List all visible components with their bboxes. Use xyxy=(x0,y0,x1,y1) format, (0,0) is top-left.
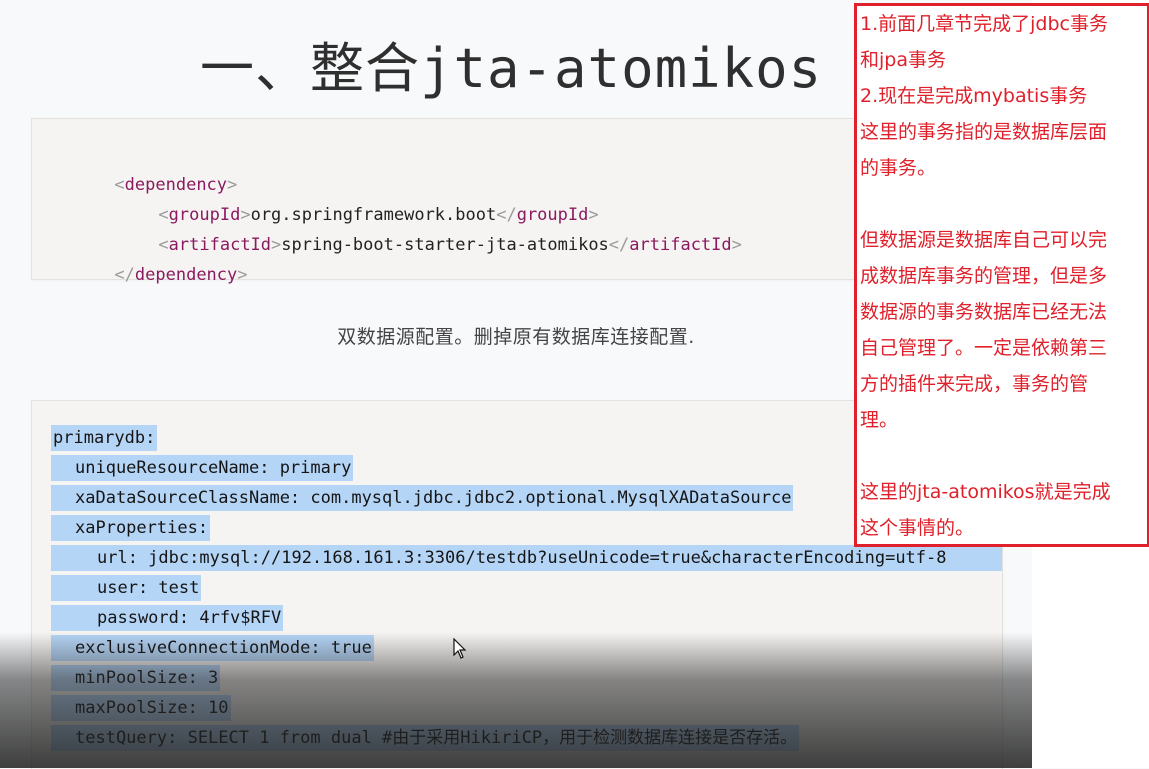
document-page: 一、整合jta-atomikos <dependency> <groupId>o… xyxy=(0,0,1149,769)
yaml-line[interactable]: maxPoolSize: 10 xyxy=(51,695,231,721)
note-line: 但数据源是数据库自己可以完 xyxy=(860,229,1108,251)
page-title: 一、整合jta-atomikos xyxy=(200,37,823,100)
xml-tag: artifactId xyxy=(629,235,732,255)
bracket: </ xyxy=(608,235,630,255)
note-line: 成数据库事务的管理，但是多 xyxy=(860,265,1108,287)
note-line: 理。 xyxy=(860,409,899,431)
note-line: 和jpa事务 xyxy=(860,49,946,71)
code-line: <dependency> xyxy=(53,140,237,195)
bracket: </ xyxy=(114,265,135,285)
yaml-line[interactable]: exclusiveConnectionMode: true xyxy=(51,635,374,661)
note-line: 数据源的事务数据库已经无法 xyxy=(860,301,1108,323)
note-line: 自己管理了。一定是依赖第三 xyxy=(860,337,1108,359)
xml-tag: dependency xyxy=(134,265,238,285)
yaml-line[interactable]: xaProperties: xyxy=(51,515,211,541)
note-line: 2.现在是完成mybatis事务 xyxy=(860,85,1088,107)
yaml-line[interactable]: testQuery: SELECT 1 from dual #由于采用Hikir… xyxy=(51,725,800,751)
bracket: > xyxy=(271,235,282,255)
yaml-line[interactable]: uniqueResourceName: primary xyxy=(51,455,354,481)
yaml-line[interactable]: xaDataSourceClassName: com.mysql.jdbc.jd… xyxy=(51,485,794,511)
note-line: 这里的jta-atomikos就是完成 xyxy=(860,481,1111,503)
code-line: </dependency> xyxy=(53,230,247,285)
bracket: > xyxy=(731,235,742,255)
yaml-line[interactable]: url: jdbc:mysql://192.168.161.3:3306/tes… xyxy=(51,545,1002,571)
note-line: 1.前面几章节完成了jdbc事务 xyxy=(860,13,1108,35)
note-line xyxy=(860,186,1147,222)
note-line xyxy=(860,438,1147,474)
code-line: <groupId>org.springframework.boot</group… xyxy=(97,170,598,225)
yaml-line[interactable]: minPoolSize: 3 xyxy=(51,665,221,691)
mouse-pointer-icon xyxy=(453,637,469,660)
bracket: > xyxy=(237,265,248,285)
note-line: 方的插件来完成，事务的管 xyxy=(860,373,1089,395)
note-line: 这里的事务指的是数据库层面 xyxy=(860,121,1108,143)
yaml-line[interactable]: password: 4rfv$RFV xyxy=(51,605,284,631)
code-line: <artifactId>spring-boot-starter-jta-atom… xyxy=(97,200,741,255)
note-line: 的事务。 xyxy=(860,157,937,179)
yaml-line[interactable]: primarydb: xyxy=(51,425,158,451)
note-line: 这个事情的。 xyxy=(860,517,975,539)
xml-value: spring-boot-starter-jta-atomikos xyxy=(281,235,609,255)
annotation-note-box: 1.前面几章节完成了jdbc事务 和jpa事务 2.现在是完成mybatis事务… xyxy=(854,3,1149,547)
yaml-line[interactable]: user: test xyxy=(51,575,202,601)
